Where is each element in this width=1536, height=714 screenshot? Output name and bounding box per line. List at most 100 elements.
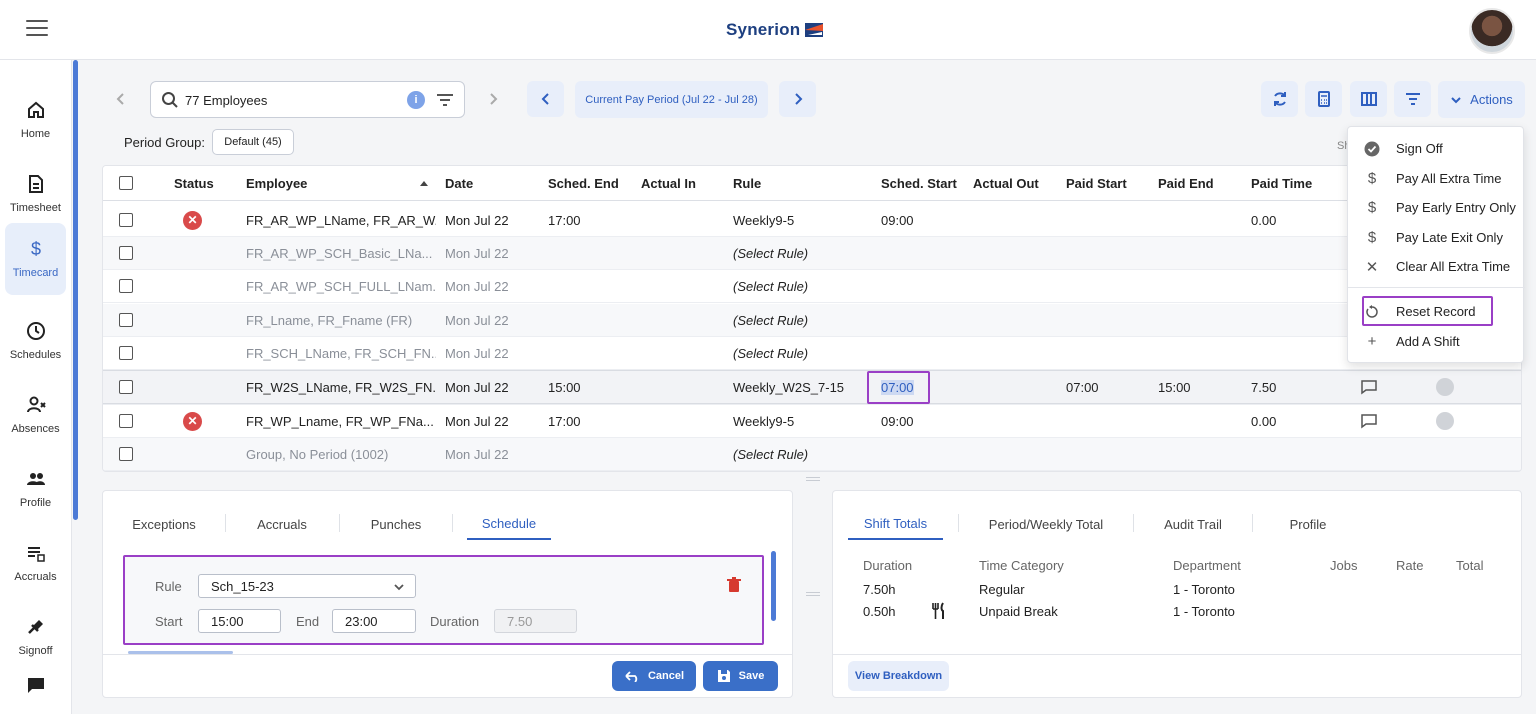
column-header-status[interactable]: Status bbox=[174, 166, 214, 200]
rule-cell[interactable]: Weekly9-5 bbox=[733, 405, 794, 437]
column-header-rule[interactable]: Rule bbox=[733, 166, 761, 200]
panel-scrollbar[interactable] bbox=[771, 551, 776, 621]
save-button[interactable]: Save bbox=[703, 661, 778, 691]
sched-start-cell[interactable]: 09:00 bbox=[881, 204, 914, 236]
employee-cell[interactable]: FR_AR_WP_SCH_FULL_LNam... bbox=[246, 270, 436, 302]
column-header-paid-time[interactable]: Paid Time bbox=[1251, 166, 1312, 200]
tab-audit-trail[interactable]: Audit Trail bbox=[1149, 508, 1237, 540]
pay-period-selector[interactable]: Current Pay Period (Jul 22 - Jul 28) bbox=[575, 81, 768, 118]
sched-start-cell[interactable]: 09:00 bbox=[881, 405, 914, 437]
sched-end-cell[interactable]: 15:00 bbox=[548, 370, 581, 404]
sched-end-cell[interactable]: 17:00 bbox=[548, 405, 581, 437]
tab-shift-totals[interactable]: Shift Totals bbox=[848, 508, 943, 540]
row-checkbox-cell[interactable] bbox=[119, 237, 133, 269]
menu-item-pay-late-exit-only[interactable]: $ Pay Late Exit Only bbox=[1348, 223, 1525, 252]
tab-profile[interactable]: Profile bbox=[1268, 508, 1348, 540]
column-header-paid-start[interactable]: Paid Start bbox=[1066, 166, 1127, 200]
select-all-cell[interactable] bbox=[119, 166, 133, 200]
row-checkbox-cell[interactable] bbox=[119, 405, 133, 437]
table-row-selected[interactable]: FR_W2S_LName, FR_W2S_FN... Mon Jul 22 15… bbox=[103, 370, 1521, 405]
sidebar-item-absences[interactable]: Absences bbox=[5, 379, 66, 451]
table-row[interactable]: Group, No Period (1002) Mon Jul 22 (Sele… bbox=[103, 438, 1521, 471]
rule-cell[interactable]: (Select Rule) bbox=[733, 237, 808, 269]
prev-period-button[interactable] bbox=[527, 81, 564, 117]
row-checkbox-cell[interactable] bbox=[119, 370, 133, 404]
tab-schedule[interactable]: Schedule bbox=[467, 508, 551, 540]
filter-lines-icon[interactable] bbox=[435, 91, 455, 109]
column-header-employee[interactable]: Employee bbox=[246, 166, 429, 200]
rule-cell[interactable]: (Select Rule) bbox=[733, 304, 808, 336]
sidebar-item-timecard[interactable]: $ Timecard bbox=[5, 223, 66, 295]
comment-icon[interactable] bbox=[1360, 412, 1378, 430]
menu-item-add-a-shift[interactable]: + Add A Shift bbox=[1348, 327, 1525, 356]
sidebar-item-profile[interactable]: Profile bbox=[5, 453, 66, 525]
employee-cell[interactable]: FR_WP_Lname, FR_WP_FNa... bbox=[246, 405, 436, 437]
sidebar-item-accruals[interactable]: Accruals bbox=[5, 527, 66, 599]
employee-cell[interactable]: FR_SCH_LName, FR_SCH_FN... bbox=[246, 337, 436, 369]
filter-button[interactable] bbox=[1394, 81, 1431, 117]
row-checkbox[interactable] bbox=[119, 313, 133, 327]
employee-cell[interactable]: FR_W2S_LName, FR_W2S_FN... bbox=[246, 370, 436, 404]
employee-search[interactable]: 77 Employees i bbox=[150, 81, 465, 118]
row-checkbox[interactable] bbox=[119, 346, 133, 360]
table-row[interactable]: FR_AR_WP_SCH_FULL_LNam... Mon Jul 22 (Se… bbox=[103, 270, 1521, 303]
employee-cell[interactable]: FR_Lname, FR_Fname (FR) bbox=[246, 304, 436, 336]
menu-item-pay-early-entry-only[interactable]: $ Pay Early Entry Only bbox=[1348, 193, 1525, 222]
sidebar-scrollbar[interactable] bbox=[73, 60, 78, 520]
column-header-sched-start[interactable]: Sched. Start bbox=[881, 166, 957, 200]
row-checkbox[interactable] bbox=[119, 213, 133, 227]
next-period-button[interactable] bbox=[779, 81, 816, 117]
error-status-icon[interactable]: ✕ bbox=[183, 210, 202, 230]
employee-cell[interactable]: FR_AR_WP_LName, FR_AR_W... bbox=[246, 204, 436, 236]
rule-cell[interactable]: Weekly_W2S_7-15 bbox=[733, 370, 844, 404]
comment-cell[interactable] bbox=[1360, 405, 1378, 437]
info-icon[interactable]: i bbox=[407, 91, 425, 109]
row-checkbox-cell[interactable] bbox=[119, 438, 133, 470]
start-time-input[interactable]: 15:00 bbox=[198, 609, 281, 633]
menu-item-clear-all-extra-time[interactable]: ✕ Clear All Extra Time bbox=[1348, 252, 1525, 281]
row-checkbox-cell[interactable] bbox=[119, 304, 133, 336]
row-checkbox[interactable] bbox=[119, 380, 133, 394]
column-header-paid-end[interactable]: Paid End bbox=[1158, 166, 1214, 200]
row-checkbox-cell[interactable] bbox=[119, 270, 133, 302]
rule-cell[interactable]: (Select Rule) bbox=[733, 337, 808, 369]
employee-cell[interactable]: FR_AR_WP_SCH_Basic_LNa... bbox=[246, 237, 436, 269]
trash-icon[interactable] bbox=[727, 577, 741, 593]
end-time-input[interactable]: 23:00 bbox=[332, 609, 416, 633]
columns-button[interactable] bbox=[1350, 81, 1387, 117]
comment-cell[interactable] bbox=[1360, 370, 1378, 404]
rule-select[interactable]: Sch_15-23 bbox=[198, 574, 416, 598]
search-input[interactable]: 77 Employees bbox=[185, 93, 267, 108]
column-header-actual-in[interactable]: Actual In bbox=[641, 166, 696, 200]
sched-end-cell[interactable]: 17:00 bbox=[548, 204, 581, 236]
employee-cell[interactable]: Group, No Period (1002) bbox=[246, 438, 436, 470]
tab-punches[interactable]: Punches bbox=[355, 508, 437, 540]
table-row[interactable]: FR_SCH_LName, FR_SCH_FN... Mon Jul 22 (S… bbox=[103, 337, 1521, 370]
cancel-button[interactable]: Cancel bbox=[612, 661, 696, 691]
table-row[interactable]: ✕ FR_WP_Lname, FR_WP_FNa... Mon Jul 22 1… bbox=[103, 405, 1521, 438]
prev-employee-button[interactable] bbox=[103, 81, 139, 117]
horizontal-splitter-grip[interactable] bbox=[806, 477, 820, 481]
tab-accruals[interactable]: Accruals bbox=[240, 508, 324, 540]
refresh-button[interactable] bbox=[1261, 81, 1298, 117]
vertical-splitter-grip[interactable] bbox=[806, 592, 820, 596]
rule-cell[interactable]: (Select Rule) bbox=[733, 438, 808, 470]
sidebar-item-schedules[interactable]: Schedules bbox=[5, 305, 66, 377]
sidebar-item-timesheet[interactable]: Timesheet bbox=[5, 158, 66, 230]
row-checkbox[interactable] bbox=[119, 279, 133, 293]
row-checkbox[interactable] bbox=[119, 246, 133, 260]
rule-cell[interactable]: (Select Rule) bbox=[733, 270, 808, 302]
view-breakdown-button[interactable]: View Breakdown bbox=[848, 661, 949, 691]
row-checkbox[interactable] bbox=[119, 447, 133, 461]
error-status-icon[interactable]: ✕ bbox=[183, 411, 202, 431]
actions-button[interactable]: Actions bbox=[1438, 81, 1525, 118]
user-avatar[interactable] bbox=[1469, 8, 1515, 54]
sidebar-item-messages[interactable] bbox=[5, 658, 66, 714]
row-checkbox[interactable] bbox=[119, 414, 133, 428]
menu-item-sign-off[interactable]: Sign Off bbox=[1348, 134, 1525, 163]
table-row[interactable]: FR_Lname, FR_Fname (FR) Mon Jul 22 (Sele… bbox=[103, 304, 1521, 337]
row-checkbox-cell[interactable] bbox=[119, 204, 133, 236]
period-group-select[interactable]: Default (45) bbox=[212, 129, 294, 155]
row-checkbox-cell[interactable] bbox=[119, 337, 133, 369]
sidebar-item-home[interactable]: Home bbox=[5, 84, 66, 156]
